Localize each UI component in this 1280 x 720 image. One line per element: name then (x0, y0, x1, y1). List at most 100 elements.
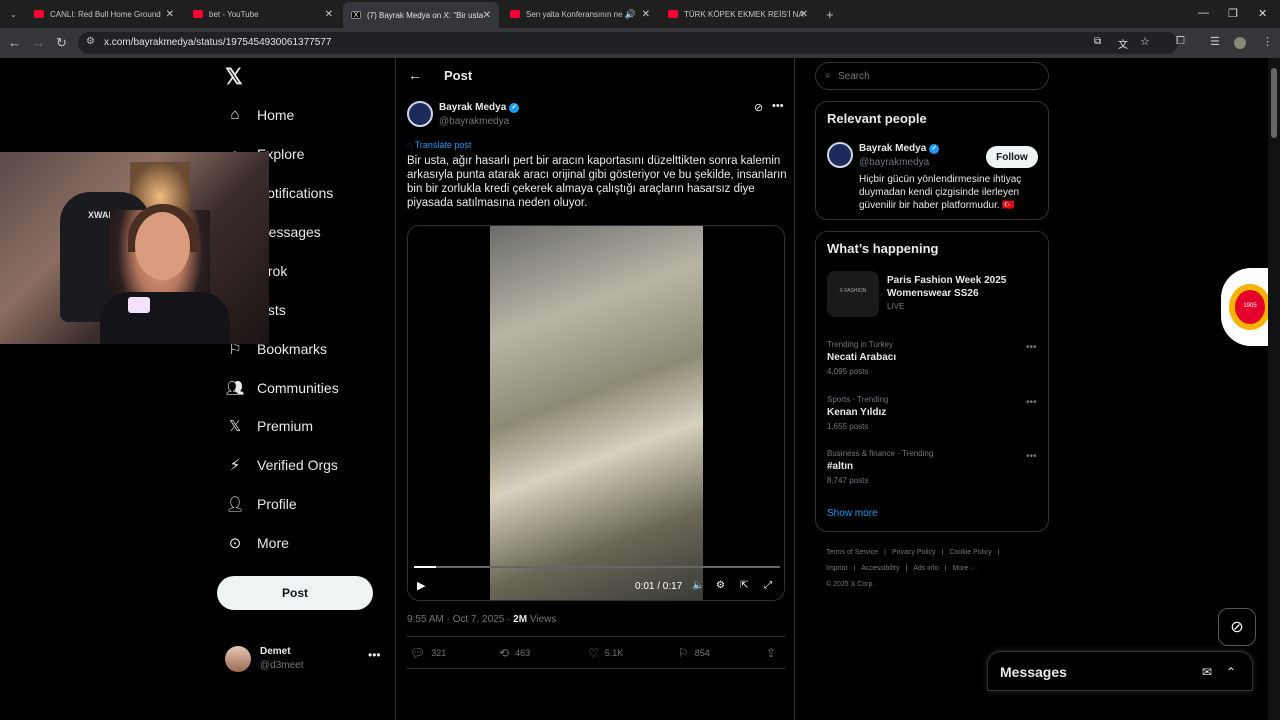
page-title: Post (444, 68, 473, 83)
expand-icon[interactable]: ⌃ (1226, 665, 1236, 679)
video-player[interactable]: ▶ 0:01 / 0:17 🔈 ⚙ ⇱ ⤢ (407, 225, 785, 601)
translate-icon[interactable]: 文 (1118, 36, 1128, 51)
play-icon[interactable]: ▶ (417, 579, 425, 592)
footer-link[interactable]: More ··· (952, 565, 977, 572)
back-icon[interactable]: ← (8, 35, 21, 50)
browser-tab[interactable]: bet - YouTube ✕ (185, 4, 341, 24)
scrollbar[interactable] (1268, 58, 1280, 720)
browser-tab[interactable]: TÜRK KÖPEK EKMEK REİS'İ NAS ✕ (660, 4, 816, 24)
close-icon[interactable]: ✕ (642, 9, 650, 20)
author-avatar[interactable] (407, 101, 433, 127)
address-bar[interactable]: ⚙ x.com/bayrakmedya/status/1975454930061… (78, 32, 1178, 54)
close-icon[interactable]: ✕ (166, 9, 174, 20)
trend-item[interactable]: Business & finance · Trending #altın 8,747… (827, 449, 933, 485)
speaker-icon[interactable]: 🔊 (625, 9, 636, 20)
trend-item[interactable]: Sports · Trending Kenan Yıldız 1,655 posts (827, 395, 888, 431)
nav-item-more[interactable]: ⊙ More (225, 534, 289, 552)
follow-button[interactable]: Follow (986, 146, 1038, 168)
avatar[interactable] (827, 142, 853, 168)
repost-button[interactable]: ⟲ 463 (499, 646, 530, 660)
scrollbar-thumb[interactable] (1271, 68, 1277, 138)
search-icon: ⌕ (825, 70, 831, 81)
post-button[interactable]: Post (217, 576, 373, 610)
kebab-menu-icon[interactable]: ⋮ (1262, 35, 1273, 48)
minimize-icon[interactable]: — (1198, 7, 1209, 19)
browser-tab[interactable]: Sen yalta Konferansının ne 🔊 ✕ (502, 4, 658, 24)
avatar (225, 646, 251, 672)
fullscreen-icon[interactable]: ⤢ (764, 580, 772, 591)
footer-link[interactable]: © 2025 X Corp. (826, 581, 874, 588)
share-button[interactable]: ⇪ (766, 646, 782, 660)
nav-item-home[interactable]: ⌂ Home (225, 106, 294, 123)
close-window-icon[interactable]: ✕ (1258, 7, 1267, 20)
webcam-overlay: XWAH (0, 152, 269, 344)
section-title: Relevant people (827, 111, 927, 126)
live-label: LIVE (887, 302, 905, 311)
footer-link[interactable]: Accessibility (861, 565, 899, 572)
new-message-icon[interactable]: ✉ (1202, 665, 1212, 679)
more-icon[interactable]: ••• (368, 648, 381, 662)
footer-link[interactable]: Privacy Policy (892, 549, 936, 556)
reload-icon[interactable]: ↻ (56, 35, 67, 51)
trend-posts: 8,747 posts (827, 476, 869, 485)
footer-link[interactable]: Ads info (913, 565, 938, 572)
install-icon[interactable]: ⧉ (1094, 36, 1101, 47)
search-input[interactable]: Search (815, 62, 1049, 90)
nav-item-verified-orgs[interactable]: ⚡︎ Verified Orgs (225, 456, 338, 474)
settings-gear-icon[interactable]: ⚙ (716, 580, 725, 591)
browser-tab-active[interactable]: X (7) Bayrak Medya on X: "Bir usta ✕ (343, 2, 499, 28)
more-icon[interactable]: ••• (772, 100, 784, 112)
back-arrow-icon[interactable]: ← (408, 67, 422, 83)
nav-item-profile[interactable]: 👤︎ Profile (225, 495, 296, 513)
close-icon[interactable]: ✕ (483, 10, 491, 21)
profile-avatar-icon[interactable] (1234, 37, 1246, 49)
more-icon[interactable]: ••• (1026, 342, 1037, 353)
close-icon[interactable]: ✕ (800, 9, 808, 20)
youtube-icon (34, 10, 44, 18)
messages-drawer[interactable]: Messages ✉ ⌃ (987, 651, 1253, 691)
nav-item-premium[interactable]: 𝕏 Premium (225, 417, 313, 435)
x-logo-icon[interactable]: 𝕏 (225, 64, 243, 90)
reply-button[interactable]: 💬︎ 321 (410, 646, 446, 660)
event-title[interactable]: Paris Fashion Week 2025 Womenswear SS26 (887, 274, 1048, 300)
grok-floating-button[interactable]: ⊘ (1218, 608, 1256, 646)
youtube-icon (193, 10, 203, 18)
new-tab-button[interactable]: + (818, 4, 838, 24)
more-icon[interactable]: ••• (1026, 397, 1037, 408)
translate-post-link[interactable]: ◌ Translate post (407, 140, 471, 150)
event-thumbnail[interactable]: X FASHION (827, 271, 879, 317)
views-count: 2M (513, 614, 528, 625)
close-icon[interactable]: ✕ (325, 9, 333, 20)
author-name[interactable]: Bayrak Medya ✓ (439, 102, 520, 113)
browser-tab[interactable]: CANLI: Red Bull Home Ground ✕ (26, 4, 182, 24)
footer-link[interactable]: Terms of Service (826, 549, 878, 556)
bookmark-button[interactable]: ⚐ 854 (678, 646, 710, 660)
volume-icon[interactable]: 🔈 (692, 580, 704, 591)
more-icon[interactable]: ••• (1026, 451, 1037, 462)
footer-link[interactable]: Imprint (826, 565, 847, 572)
microphone-image (128, 297, 150, 313)
like-button[interactable]: ♡ 5.1K (588, 646, 623, 660)
star-icon[interactable]: ☆ (1140, 35, 1150, 48)
home-icon: ⌂ (230, 106, 240, 123)
account-switcher[interactable]: Demet @d3meet ••• (225, 644, 385, 684)
tab-search-icon[interactable]: ☰ (1210, 35, 1220, 48)
forward-icon[interactable]: → (32, 35, 45, 50)
author-handle[interactable]: @bayrakmedya (439, 116, 509, 127)
tab-list-button[interactable]: ⌄ (2, 4, 24, 24)
plus-icon: + (826, 6, 834, 22)
pip-icon[interactable]: ⇱ (740, 580, 748, 591)
video-time: 0:01 / 0:17 (635, 581, 683, 592)
extensions-icon[interactable]: ⧠ (1176, 35, 1185, 48)
messages-title: Messages (1000, 664, 1067, 680)
trend-posts: 1,655 posts (827, 422, 869, 431)
relevant-name[interactable]: Bayrak Medya ✓ (859, 143, 940, 154)
footer-link[interactable]: Cookie Policy (949, 549, 991, 556)
nav-item-communities[interactable]: 👥︎ Communities (225, 379, 338, 397)
grok-icon[interactable]: ⊘ (754, 101, 763, 114)
site-info-icon[interactable]: ⚙ (86, 36, 95, 47)
restore-icon[interactable]: ❐ (1228, 7, 1238, 20)
show-more-link[interactable]: Show more (827, 508, 878, 519)
video-progress-bar[interactable] (414, 566, 780, 568)
trend-item[interactable]: Trending in Turkey Necati Arabacı 4,095 po… (827, 340, 896, 376)
